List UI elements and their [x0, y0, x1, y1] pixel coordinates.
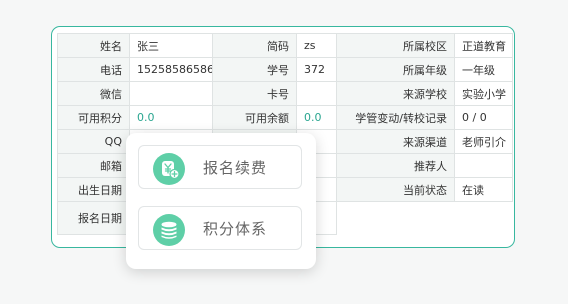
qq-label: QQ [57, 129, 130, 154]
name-label: 姓名 [57, 33, 130, 58]
points-label: 可用积分 [57, 105, 130, 130]
action-popup-menu: 报名续费 积分体系 [126, 133, 316, 269]
balance-label: 可用余额 [212, 105, 297, 130]
grade-value: 一年级 [454, 57, 513, 82]
campus-value: 正道教育 [454, 33, 513, 58]
wechat-label: 微信 [57, 81, 130, 106]
current-status-value: 在读 [454, 177, 513, 202]
points-system-label: 积分体系 [203, 220, 268, 238]
enroll-date-label: 报名日期 [57, 201, 130, 235]
birthday-label: 出生日期 [57, 177, 130, 202]
balance-value: 0.0 [296, 105, 337, 130]
enroll-renew-label: 报名续费 [203, 159, 268, 177]
grade-label: 所属年级 [336, 57, 455, 82]
card-number-value [296, 81, 337, 106]
short-code-label: 简码 [212, 33, 297, 58]
transfer-record-label: 学管变动/转校记录 [336, 105, 455, 130]
student-id-label: 学号 [212, 57, 297, 82]
campus-label: 所属校区 [336, 33, 455, 58]
row8-empty-cell [336, 201, 455, 235]
wechat-value [129, 81, 213, 106]
table-row: 电话 15258586586 学号 372 所属年级 一年级 [57, 57, 513, 82]
referrer-value [454, 153, 513, 178]
card-number-label: 卡号 [212, 81, 297, 106]
points-value: 0.0 [129, 105, 213, 130]
source-school-value: 实验小学 [454, 81, 513, 106]
row8-empty-cell [454, 201, 513, 235]
table-row: 微信 卡号 来源学校 实验小学 [57, 81, 513, 106]
source-school-label: 来源学校 [336, 81, 455, 106]
phone-label: 电话 [57, 57, 130, 82]
points-system-button[interactable]: 积分体系 [138, 206, 302, 250]
email-label: 邮箱 [57, 153, 130, 178]
source-channel-value: 老师引介 [454, 129, 513, 154]
phone-value: 15258586586 [129, 57, 213, 82]
short-code-value: zs [296, 33, 337, 58]
table-row: 姓名 张三 简码 zs 所属校区 正道教育 [57, 33, 513, 58]
transfer-record-value[interactable]: 0 / 0 [454, 105, 513, 130]
table-row: 可用积分 0.0 可用余额 0.0 学管变动/转校记录 0 / 0 [57, 105, 513, 130]
student-id-value: 372 [296, 57, 337, 82]
enroll-renew-button[interactable]: 报名续费 [138, 145, 302, 189]
referrer-label: 推荐人 [336, 153, 455, 178]
current-status-label: 当前状态 [336, 177, 455, 202]
coin-stack-icon [153, 214, 185, 246]
source-channel-label: 来源渠道 [336, 129, 455, 154]
yen-plus-icon [153, 153, 185, 185]
name-value: 张三 [129, 33, 213, 58]
